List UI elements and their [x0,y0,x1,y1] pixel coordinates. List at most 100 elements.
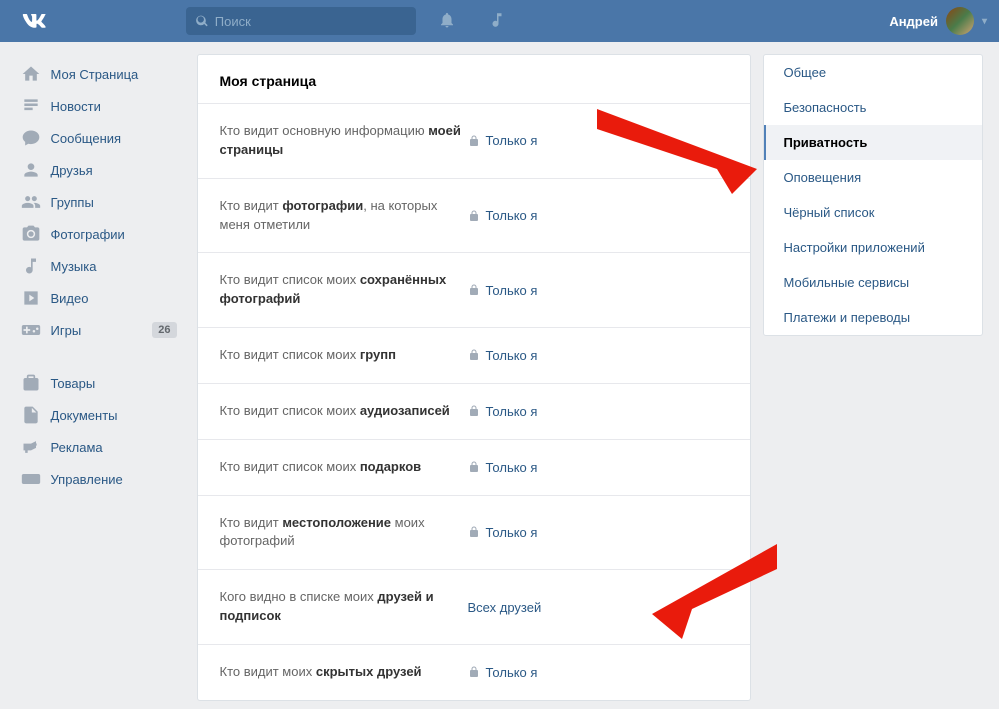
settings-nav-item[interactable]: Мобильные сервисы [764,265,982,300]
sidebar-item-label: Управление [51,472,123,487]
groups-icon [21,192,41,212]
messages-icon [21,128,41,148]
sidebar-item-games[interactable]: Игры 26 [15,314,183,346]
sidebar-item-label: Музыка [51,259,97,274]
video-icon [21,288,41,308]
privacy-row-label: Кто видит моих скрытых друзей [220,663,468,682]
settings-nav-item[interactable]: Чёрный список [764,195,982,230]
lock-icon [468,210,480,222]
privacy-row-label: Кто видит список моих аудиозаписей [220,402,468,421]
sidebar-item-music[interactable]: Музыка [15,250,183,282]
privacy-row: Кого видно в списке моих друзей и подпис… [198,569,750,644]
sidebar-item-friends[interactable]: Друзья [15,154,183,186]
privacy-row-value[interactable]: Только я [468,208,538,223]
search-box[interactable] [186,7,416,35]
sidebar-item-photos[interactable]: Фотографии [15,218,183,250]
settings-nav: ОбщееБезопасностьПриватностьОповещенияЧё… [763,54,983,336]
bag-icon [21,373,41,393]
search-input[interactable] [215,14,406,29]
privacy-row-label: Кого видно в списке моих друзей и подпис… [220,588,468,626]
sidebar-item-messages[interactable]: Сообщения [15,122,183,154]
vk-logo[interactable] [22,8,46,34]
sidebar-item-ads[interactable]: Реклама [15,431,183,463]
search-icon [196,14,209,28]
settings-nav-item[interactable]: Приватность [764,125,982,160]
privacy-row-value[interactable]: Только я [468,348,538,363]
privacy-row: Кто видит список моих сохранённых фотогр… [198,252,750,327]
user-name: Андрей [889,14,938,29]
page-title: Моя страница [198,55,750,103]
privacy-row-value[interactable]: Только я [468,665,538,680]
games-badge: 26 [152,322,176,338]
header-user[interactable]: Андрей ▾ [889,7,987,35]
privacy-row-label: Кто видит список моих сохранённых фотогр… [220,271,468,309]
sidebar-item-label: Документы [51,408,118,423]
camera-icon [21,224,41,244]
privacy-row: Кто видит основную информацию моей стран… [198,103,750,178]
bell-icon[interactable] [438,11,456,32]
privacy-row: Кто видит фотографии, на которых меня от… [198,178,750,253]
friends-icon [21,160,41,180]
megaphone-icon [21,437,41,457]
privacy-row-value[interactable]: Только я [468,283,538,298]
privacy-row-label: Кто видит местоположение моих фотографий [220,514,468,552]
settings-nav-item[interactable]: Оповещения [764,160,982,195]
sidebar-item-label: Друзья [51,163,93,178]
lock-icon [468,349,480,361]
sidebar-item-docs[interactable]: Документы [15,399,183,431]
lock-icon [468,666,480,678]
sidebar-item-label: Видео [51,291,89,306]
settings-nav-item[interactable]: Платежи и переводы [764,300,982,335]
sidebar-item-label: Товары [51,376,96,391]
privacy-row-label: Кто видит список моих групп [220,346,468,365]
sidebar-item-label: Группы [51,195,94,210]
privacy-row: Кто видит список моих группТолько я [198,327,750,383]
doc-icon [21,405,41,425]
header-icons [438,11,506,32]
home-icon [21,64,41,84]
controller-icon [21,469,41,489]
settings-nav-item[interactable]: Безопасность [764,90,982,125]
privacy-row-value[interactable]: Только я [468,133,538,148]
sidebar-item-label: Новости [51,99,101,114]
avatar [946,7,974,35]
news-icon [21,96,41,116]
games-icon [21,320,41,340]
privacy-row-value[interactable]: Только я [468,525,538,540]
privacy-row-value[interactable]: Только я [468,404,538,419]
main-content: Моя страница Кто видит основную информац… [197,54,985,701]
sidebar-item-groups[interactable]: Группы [15,186,183,218]
sidebar-item-news[interactable]: Новости [15,90,183,122]
sidebar-item-goods[interactable]: Товары [15,367,183,399]
privacy-row-label: Кто видит основную информацию моей стран… [220,122,468,160]
lock-icon [468,526,480,538]
top-header: Андрей ▾ [0,0,999,42]
privacy-row: Кто видит моих скрытых друзейТолько я [198,644,750,700]
sidebar-item-manage[interactable]: Управление [15,463,183,495]
sidebar-item-label: Реклама [51,440,103,455]
sidebar-item-label: Сообщения [51,131,122,146]
lock-icon [468,405,480,417]
privacy-row-label: Кто видит список моих подарков [220,458,468,477]
sidebar-item-video[interactable]: Видео [15,282,183,314]
privacy-row: Кто видит местоположение моих фотографий… [198,495,750,570]
chevron-down-icon: ▾ [982,16,987,27]
lock-icon [468,461,480,473]
sidebar-item-label: Моя Страница [51,67,139,82]
privacy-row-value[interactable]: Всех друзей [468,600,542,615]
lock-icon [468,284,480,296]
sidebar-item-mypage[interactable]: Моя Страница [15,58,183,90]
privacy-row: Кто видит список моих подарковТолько я [198,439,750,495]
left-sidebar: Моя Страница Новости Сообщения Друзья Гр… [15,54,183,701]
privacy-settings-panel: Моя страница Кто видит основную информац… [197,54,751,701]
sidebar-item-label: Фотографии [51,227,125,242]
settings-nav-item[interactable]: Общее [764,55,982,90]
privacy-row-label: Кто видит фотографии, на которых меня от… [220,197,468,235]
privacy-row: Кто видит список моих аудиозаписейТолько… [198,383,750,439]
music-note-icon [21,256,41,276]
sidebar-item-label: Игры [51,323,82,338]
lock-icon [468,135,480,147]
privacy-row-value[interactable]: Только я [468,460,538,475]
music-icon[interactable] [488,11,506,32]
settings-nav-item[interactable]: Настройки приложений [764,230,982,265]
